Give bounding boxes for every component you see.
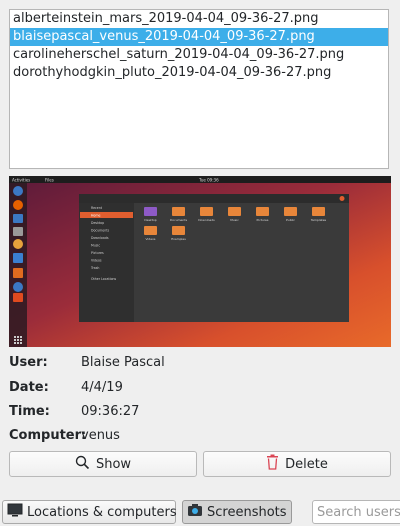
- preview-sidebar-item: Videos: [91, 259, 102, 263]
- computer-label: Computer:: [9, 428, 87, 443]
- screenshot-preview: Activities Files Tue 09:36 Recent Home D…: [9, 176, 391, 347]
- monitor-icon: [7, 503, 23, 521]
- computer-value: venus: [81, 428, 120, 443]
- user-value: Blaise Pascal: [81, 355, 165, 370]
- screenshot-file-list[interactable]: alberteinstein_mars_2019-04-04_09-36-27.…: [9, 9, 389, 169]
- preview-sidebar-item: Other Locations: [91, 277, 117, 281]
- camera-icon: [187, 503, 203, 521]
- file-list-item[interactable]: dorothyhodgkin_pluto_2019-04-04_09-36-27…: [10, 64, 388, 82]
- file-list-item[interactable]: alberteinstein_mars_2019-04-04_09-36-27.…: [10, 10, 388, 28]
- preview-sidebar-item: Music: [91, 244, 100, 248]
- locations-computers-button[interactable]: Locations & computers: [2, 500, 177, 524]
- preview-folder-label: Downloads: [198, 218, 215, 222]
- preview-sidebar-item: Downloads: [91, 236, 109, 240]
- preview-sidebar-item: Pictures: [91, 251, 104, 255]
- show-button[interactable]: Show: [9, 451, 197, 477]
- trash-icon: [266, 454, 279, 474]
- preview-sidebar-item: Recent: [91, 206, 103, 210]
- preview-folder-label: Templates: [310, 218, 327, 222]
- time-label: Time:: [9, 404, 50, 419]
- search-users-input[interactable]: [312, 500, 400, 524]
- preview-folder-label: Public: [286, 218, 295, 222]
- preview-sidebar-item: Documents: [91, 229, 110, 233]
- date-label: Date:: [9, 380, 49, 395]
- screenshots-label: Screenshots: [207, 504, 287, 520]
- preview-activities-text: Activities: [12, 178, 30, 183]
- screenshots-button[interactable]: Screenshots: [182, 500, 292, 524]
- preview-sidebar-item: Home: [91, 214, 100, 218]
- file-list-item[interactable]: carolineherschel_saturn_2019-04-04_09-36…: [10, 46, 388, 64]
- preview-app-text: Files: [45, 178, 54, 183]
- user-label: User:: [9, 355, 48, 370]
- preview-folder-label: Videos: [146, 237, 156, 241]
- search-icon: [75, 455, 90, 474]
- locations-computers-label: Locations & computers: [27, 504, 177, 520]
- preview-folder-label: Examples: [171, 237, 186, 241]
- preview-sidebar-item: Desktop: [91, 221, 104, 225]
- preview-folder-label: Desktop: [144, 218, 156, 222]
- preview-folder-label: Music: [230, 218, 239, 222]
- date-value: 4/4/19: [81, 380, 123, 395]
- file-list-item-selected[interactable]: blaisepascal_venus_2019-04-04_09-36-27.p…: [10, 28, 388, 46]
- delete-button[interactable]: Delete: [203, 451, 391, 477]
- preview-folder-label: Documents: [170, 218, 188, 222]
- preview-sidebar-item: Trash: [90, 266, 99, 270]
- delete-button-label: Delete: [285, 456, 328, 472]
- time-value: 09:36:27: [81, 404, 140, 419]
- show-button-label: Show: [95, 456, 132, 472]
- preview-folder-label: Pictures: [257, 218, 269, 222]
- preview-clock-text: Tue 09:36: [198, 178, 219, 183]
